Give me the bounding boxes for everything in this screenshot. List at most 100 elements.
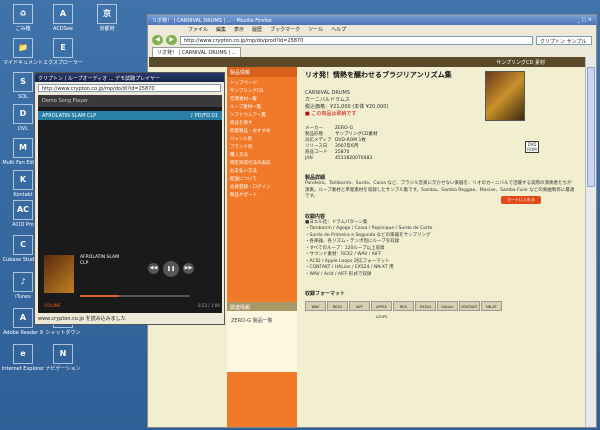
menu-item[interactable]: 履歴 bbox=[252, 26, 262, 33]
desktop-icon[interactable]: E エクスプローラー bbox=[40, 38, 86, 66]
prev-icon[interactable]: ◀◀ bbox=[148, 263, 159, 274]
side-nav-item[interactable]: 製品サポート bbox=[230, 192, 294, 200]
desktop-app-icon: e bbox=[13, 344, 33, 364]
pause-icon[interactable]: ❚❚ bbox=[163, 261, 179, 277]
side-nav-item[interactable]: トップページ bbox=[230, 80, 294, 88]
back-button[interactable]: ◀ bbox=[152, 35, 163, 45]
product-name: CARNIVAL DRUMS bbox=[305, 90, 350, 96]
format-badge: WAV bbox=[305, 301, 326, 311]
search-input[interactable]: クリプトン サンプル bbox=[536, 35, 592, 45]
spec-row: JAN 4511820070483 bbox=[305, 156, 575, 162]
menu-item[interactable]: ヘルプ bbox=[331, 26, 346, 33]
tab-product[interactable]: リオ発！ | CARNIVAL DRUMS | ... bbox=[152, 47, 242, 57]
side-nav-item[interactable]: 配送について bbox=[230, 176, 294, 184]
side-nav-item[interactable]: ジャンル別 bbox=[230, 136, 294, 144]
browser-title-bar[interactable]: リオ発！ | CARNIVAL DRUMS | ... - Mozilla Fi… bbox=[148, 15, 596, 25]
add-to-cart-button[interactable]: カートに入れる bbox=[501, 196, 541, 204]
track-row[interactable]: AFROLATIN SLAM CLP ♪ PD/FD.01 bbox=[38, 111, 222, 120]
desktop-app-icon: A bbox=[13, 308, 33, 328]
desktop-app-icon: 📁 bbox=[13, 38, 33, 58]
contents-item: ・WAV / Acid / AIFF 形式で収録 bbox=[305, 271, 372, 277]
desktop-app-icon: 京 bbox=[97, 4, 117, 24]
section-detail-title: 製品詳細 bbox=[305, 175, 326, 181]
player-status: www.crypton.co.jp を読み込みました bbox=[38, 316, 126, 322]
desktop-app-icon: N bbox=[53, 344, 73, 364]
player-controls: ◀◀ ❚❚ ▶▶ bbox=[148, 261, 194, 277]
player-header: Demo Song Player bbox=[38, 95, 222, 107]
forward-button[interactable]: ▶ bbox=[166, 35, 177, 45]
side-nav: 製品情報 トップページ サンプリングCD 音源素材一覧 ループ素材一覧 ソフトウェア一覧… bbox=[227, 67, 297, 427]
format-badge: AIFF bbox=[349, 301, 370, 311]
desktop-icon-label: 京都府 bbox=[99, 26, 115, 32]
contents-list: ■ヨエル社：ドラムパターン集 ・Tamborim / Agogo / Caixa … bbox=[305, 220, 575, 279]
side-nav-item[interactable]: ブランド別 bbox=[230, 144, 294, 152]
side-nav-item[interactable]: ソフトウェア一覧 bbox=[230, 112, 294, 120]
side-nav-item[interactable]: お支払い方法 bbox=[230, 168, 294, 176]
stock-status: ■ この商品は即納です bbox=[305, 111, 357, 117]
desktop-icon[interactable]: N ナビゲーション bbox=[40, 344, 86, 372]
browser-title: リオ発！ | CARNIVAL DRUMS | ... - Mozilla Fi… bbox=[152, 18, 272, 24]
side-nav-list: トップページ サンプリングCD 音源素材一覧 ループ素材一覧 ソフトウェア一覧 商品を探す… bbox=[227, 77, 297, 203]
side-nav-item[interactable]: 購入方法 bbox=[230, 152, 294, 160]
side-nav-item[interactable]: 新着製品・おすすめ bbox=[230, 128, 294, 136]
now-playing-sub: CLP bbox=[80, 261, 89, 266]
format-badge: REX2 bbox=[327, 301, 348, 311]
track-code: ♪ PD/FD.01 bbox=[189, 113, 218, 119]
side-nav-item[interactable]: 音源素材一覧 bbox=[230, 96, 294, 104]
menu-item[interactable]: ブックマーク bbox=[270, 26, 300, 33]
address-bar[interactable]: http://www.crypton.co.jp/mp/do/prod?id=2… bbox=[180, 35, 533, 45]
side-nav-item[interactable]: サンプリングCD bbox=[230, 88, 294, 96]
album-thumbnail bbox=[44, 255, 74, 293]
related-head: 関連情報 bbox=[227, 302, 297, 311]
side-nav-item[interactable]: 会員登録・ログイン bbox=[230, 184, 294, 192]
site-top-bar: サンプリングCD 素材 bbox=[149, 57, 585, 67]
desktop-app-icon: A bbox=[53, 4, 73, 24]
product-cover-image bbox=[485, 71, 525, 121]
format-badge: NN-XT bbox=[481, 301, 502, 311]
menu-item[interactable]: ツール bbox=[308, 26, 323, 33]
spec-value: 4511820070483 bbox=[335, 156, 373, 161]
side-nav-item[interactable]: 商品を探す bbox=[230, 120, 294, 128]
menu-item[interactable]: 編集 bbox=[216, 26, 226, 33]
desktop-icon[interactable]: A ACDSee bbox=[40, 4, 86, 32]
track-name: AFROLATIN SLAM CLP bbox=[42, 113, 97, 119]
product-content: DVD ROM カートに入れる リオ発！情熱を醸わせるブラジリアンリズム集 CA… bbox=[305, 71, 575, 319]
next-icon[interactable]: ▶▶ bbox=[183, 263, 194, 274]
tab-bar: リオ発！ | CARNIVAL DRUMS | ... bbox=[148, 47, 596, 57]
top-bar-text: サンプリングCD 素材 bbox=[496, 59, 545, 66]
volume-label[interactable]: VOLUME bbox=[44, 303, 61, 308]
desktop-icon[interactable]: 京京都府 bbox=[84, 4, 130, 32]
desktop-app-icon: ♻ bbox=[13, 4, 33, 24]
desktop-icon-label: エクスプローラー bbox=[43, 60, 83, 66]
desktop-app-icon: C bbox=[13, 235, 33, 255]
player-title-bar[interactable]: クリプトン / ループオーディオ ... デモ試聴プレイヤー bbox=[35, 73, 224, 82]
desktop-icon-label: シャットダウン bbox=[45, 330, 81, 336]
side-nav-item[interactable]: 特定商取引法の表記 bbox=[230, 160, 294, 168]
format-badge: APPLE LOOPS bbox=[371, 301, 392, 319]
nav-bar: ◀ ▶ http://www.crypton.co.jp/mp/do/prod?… bbox=[148, 33, 596, 47]
desktop-app-icon: E bbox=[53, 38, 73, 58]
scroll-thumb[interactable] bbox=[587, 67, 595, 187]
format-row: WAV REX2 AIFF APPLE LOOPS REX EXS24 HALion KONT… bbox=[305, 301, 575, 319]
format-badge: REX bbox=[393, 301, 414, 311]
related-link[interactable]: ZERO-G 製品一覧 bbox=[227, 311, 297, 330]
vertical-scrollbar[interactable] bbox=[585, 57, 596, 427]
menu-item[interactable]: ファイル bbox=[188, 26, 208, 33]
desktop-app-icon: D bbox=[13, 104, 33, 124]
menu-item[interactable]: 表示 bbox=[234, 26, 244, 33]
desktop-app-icon: M bbox=[13, 138, 33, 158]
desktop-app-icon: ♪ bbox=[13, 272, 33, 292]
browser-menu: ファイル 編集 表示 履歴 ブックマーク ツール ヘルプ bbox=[148, 25, 596, 33]
desktop-app-icon: K bbox=[13, 170, 33, 190]
progress-bar[interactable] bbox=[80, 295, 190, 297]
player-address: http://www.crypton.co.jp/mp/do/dl?id=258… bbox=[38, 84, 221, 92]
window-controls[interactable]: _ □ × bbox=[577, 17, 592, 23]
progress-fill bbox=[80, 295, 119, 297]
player-window: クリプトン / ループオーディオ ... デモ試聴プレイヤー http://ww… bbox=[34, 72, 225, 325]
time-readout: 0:23 / 1:09 bbox=[198, 303, 220, 308]
dvd-badge: DVD ROM bbox=[525, 141, 539, 153]
side-nav-item[interactable]: ループ素材一覧 bbox=[230, 104, 294, 112]
product-kana: カーニバルドラムス bbox=[305, 97, 350, 103]
desktop-icon-label: ナビゲーション bbox=[45, 366, 81, 372]
desktop-app-icon: S bbox=[13, 72, 33, 92]
